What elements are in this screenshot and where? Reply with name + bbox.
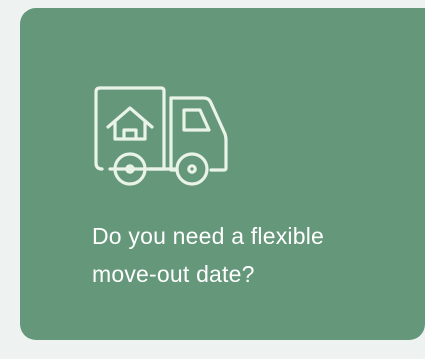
card-text-line-2: move-out date? <box>92 261 255 287</box>
card-text-line-1: Do you need a flexible <box>92 223 324 249</box>
flexible-move-out-card[interactable]: Do you need a flexible move-out date? <box>20 8 425 340</box>
moving-truck-icon <box>90 78 246 194</box>
card-question-text: Do you need a flexible move-out date? <box>92 217 410 293</box>
